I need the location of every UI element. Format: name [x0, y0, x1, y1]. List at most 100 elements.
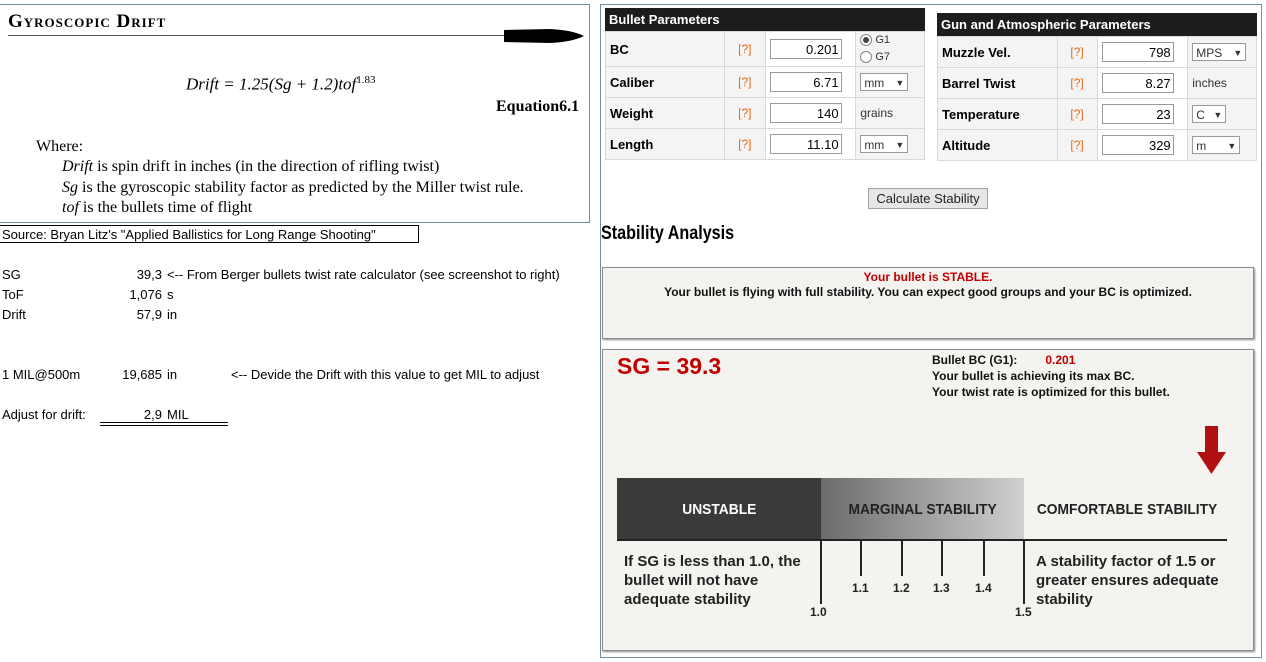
bullet-parameters-header: Bullet Parameters [605, 8, 925, 31]
chevron-down-icon: ▼ [895, 140, 905, 150]
tick-label-1-5: 1.5 [1015, 605, 1032, 619]
mil-note[interactable]: <-- Devide the Drift with this value to … [231, 367, 539, 382]
chevron-down-icon: ▼ [1233, 48, 1243, 58]
tof-value[interactable]: 1,076 [100, 287, 162, 302]
mil-label[interactable]: 1 MIL@500m [2, 367, 80, 382]
muzzle-velocity-row: Muzzle Vel. [?] MPS▼ [937, 36, 1257, 68]
tick-label-1-2: 1.2 [893, 581, 910, 595]
caliber-help-link[interactable]: [?] [724, 66, 766, 98]
adjust-value[interactable]: 2,9 [100, 407, 162, 422]
temperature-row: Temperature [?] C▼ [937, 98, 1257, 130]
weight-help-link[interactable]: [?] [724, 97, 766, 129]
length-input[interactable] [769, 134, 842, 154]
comfortable-description: A stability factor of 1.5 or greater ens… [1036, 553, 1219, 608]
bc-help-link[interactable]: [?] [724, 31, 766, 67]
unstable-segment: UNSTABLE [617, 478, 821, 540]
temperature-input[interactable] [1101, 104, 1174, 124]
stability-status-panel: Your bullet is STABLE. Your bullet is fl… [602, 267, 1254, 339]
sg-value[interactable]: 39,3 [100, 267, 162, 282]
barrel-twist-input[interactable] [1101, 73, 1174, 93]
chevron-down-icon: ▼ [895, 78, 905, 88]
caliber-input[interactable] [769, 72, 842, 92]
def-drift: Drift is spin drift in inches (in the di… [62, 158, 440, 175]
total-underline-top [100, 422, 228, 423]
sg-note[interactable]: <-- From Berger bullets twist rate calcu… [167, 267, 560, 282]
gyro-title: Gyroscopic Drift [8, 11, 167, 32]
tick-1-0 [820, 540, 822, 604]
barrel-twist-unit: inches [1187, 67, 1257, 99]
tick-label-1-3: 1.3 [933, 581, 950, 595]
gun-parameters-panel: Gun and Atmospheric Parameters Muzzle Ve… [937, 13, 1257, 161]
velocity-unit-select[interactable]: MPS ▼ [1192, 43, 1247, 61]
muzzle-velocity-help-link[interactable]: [?] [1056, 36, 1098, 68]
sg-label[interactable]: SG [2, 267, 21, 282]
bc-label: BC [604, 31, 726, 67]
bc-summary-value: 0.201 [1045, 353, 1076, 367]
caliber-unit-select[interactable]: mm ▼ [860, 73, 909, 91]
caliber-row: Caliber [?] mm▼ [604, 66, 925, 98]
tick-1-2 [901, 540, 903, 576]
adjust-unit[interactable]: MIL [167, 407, 189, 422]
length-unit-select[interactable]: mm ▼ [860, 135, 909, 153]
altitude-unit-select[interactable]: m ▼ [1192, 136, 1241, 154]
bc-summary: Bullet BC (G1): 0.201 Your bullet is achi… [932, 352, 1170, 400]
title-divider [8, 35, 508, 36]
mil-value[interactable]: 19,685 [100, 367, 162, 382]
weight-row: Weight [?] grains [604, 97, 925, 129]
tick-1-1 [860, 540, 862, 576]
def-sg: Sg is the gyroscopic stability factor as… [62, 179, 524, 196]
g1-radio[interactable] [860, 34, 873, 47]
sg-result: SG = 39.3 [617, 353, 722, 379]
equation-number: Equation6.1 [496, 98, 580, 115]
g7-radio[interactable] [860, 51, 873, 64]
chevron-down-icon: ▼ [1213, 110, 1223, 120]
g1-option[interactable]: G1 [860, 32, 920, 49]
stability-status: Your bullet is STABLE. [863, 270, 993, 284]
bc-row: BC [?] G1 G7 [604, 31, 925, 67]
drift-label[interactable]: Drift [2, 307, 26, 322]
g7-option[interactable]: G7 [860, 49, 920, 66]
bc-input[interactable] [769, 39, 842, 59]
altitude-label: Altitude [937, 129, 1058, 161]
altitude-help-link[interactable]: [?] [1056, 129, 1098, 161]
drift-value[interactable]: 57,9 [100, 307, 162, 322]
adjust-label[interactable]: Adjust for drift: [2, 407, 86, 422]
tick-1-3 [941, 540, 943, 576]
tick-label-1-4: 1.4 [975, 581, 992, 595]
barrel-twist-row: Barrel Twist [?] inches [937, 67, 1257, 99]
muzzle-velocity-input[interactable] [1101, 42, 1174, 62]
temperature-unit-select[interactable]: C ▼ [1192, 105, 1227, 123]
altitude-row: Altitude [?] m▼ [937, 129, 1257, 161]
drift-equation: Drift = 1.25(Sg + 1.2)tof1.83 [186, 74, 376, 94]
length-help-link[interactable]: [?] [724, 128, 766, 160]
where-label: Where: [36, 138, 84, 155]
gun-parameters-header: Gun and Atmospheric Parameters [937, 13, 1257, 36]
mil-unit[interactable]: in [167, 367, 177, 382]
stability-message: Your bullet is flying with full stabilit… [664, 285, 1192, 299]
tof-label[interactable]: ToF [2, 287, 24, 302]
bullet-icon [504, 29, 584, 43]
stability-analysis-heading: Stability Analysis [601, 223, 735, 244]
altitude-input[interactable] [1101, 135, 1174, 155]
comfortable-segment: COMFORTABLE STABILITY [1024, 478, 1230, 540]
barrel-twist-label: Barrel Twist [937, 67, 1058, 99]
twist-optimized-message: Your twist rate is optimized for this bu… [932, 385, 1170, 399]
scale-axis [617, 539, 1227, 541]
bc-summary-label: Bullet BC (G1): [932, 353, 1018, 367]
temperature-help-link[interactable]: [?] [1056, 98, 1098, 130]
source-cell[interactable]: Source: Bryan Litz's "Applied Ballistics… [0, 225, 419, 243]
drift-unit[interactable]: in [167, 307, 177, 322]
barrel-twist-help-link[interactable]: [?] [1056, 67, 1098, 99]
weight-input[interactable] [769, 103, 842, 123]
unstable-description: If SG is less than 1.0, the bullet will … [624, 553, 801, 608]
def-tof: tof is the bullets time of flight [62, 199, 253, 216]
total-underline-bottom [100, 425, 228, 426]
tof-unit[interactable]: s [167, 287, 174, 302]
tick-1-5 [1023, 540, 1025, 604]
tick-label-1-1: 1.1 [852, 581, 869, 595]
stability-indicator-arrow-icon [1197, 426, 1226, 474]
max-bc-message: Your bullet is achieving its max BC. [932, 369, 1135, 383]
temperature-label: Temperature [937, 98, 1058, 130]
calculate-stability-button[interactable]: Calculate Stability [868, 188, 988, 209]
length-row: Length [?] mm▼ [604, 128, 925, 160]
